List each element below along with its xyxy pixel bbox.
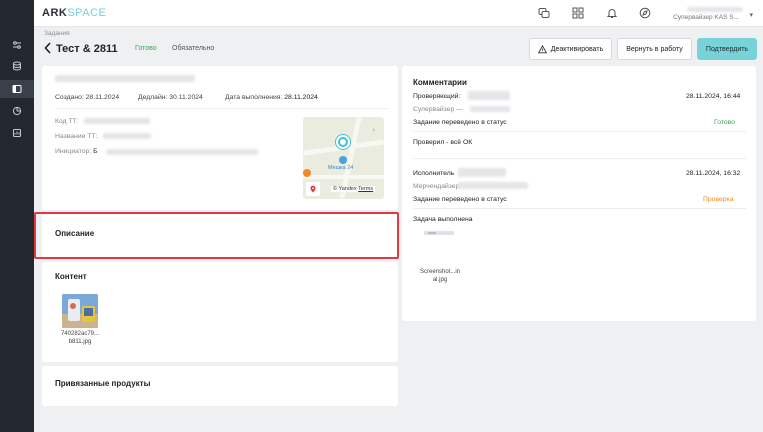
return-label: Вернуть в работу (626, 45, 683, 53)
completion-label: Дата выполнения: (225, 94, 283, 101)
comment-1-timestamp: 28.11.2024, 16:44 (686, 93, 741, 100)
created-date: Создано: 28.11.2024 (55, 94, 120, 101)
field-code-label: Код ТТ: (55, 118, 79, 125)
logo[interactable]: ARKSPACE (42, 7, 106, 19)
map-arrow-icon: › (372, 127, 375, 134)
user-name-redacted (687, 7, 743, 12)
divider (413, 158, 746, 159)
photo-preview (62, 294, 98, 328)
comment-2-role: Исполнитель (413, 170, 455, 177)
deactivate-label: Деактивировать (550, 45, 604, 53)
comment-1-author-redacted (468, 91, 510, 100)
comment-2-subrole-redacted (458, 182, 528, 189)
sidebar-item-analytics[interactable] (0, 102, 34, 120)
sidebar-item-reports[interactable] (0, 124, 34, 142)
description-highlight (34, 212, 399, 259)
divider (413, 208, 746, 209)
sidebar-item-settings[interactable] (0, 36, 34, 54)
warning-icon (537, 44, 547, 53)
field-name-redacted (103, 133, 151, 139)
linked-products-title: Привязанные продукты (55, 379, 151, 388)
content-title: Контент (55, 272, 87, 281)
tasks-panel-icon (12, 85, 22, 93)
map-road (303, 175, 384, 179)
top-bar: ARKSPACE Супервайзер KAS S... ▾ (34, 0, 763, 27)
map-poi-icon (339, 156, 347, 164)
required-badge: Обязательно (172, 45, 215, 52)
compass-icon[interactable] (638, 6, 652, 20)
location-marker-icon (310, 185, 316, 193)
comment-1-status-text: Задание переведено в статус (413, 119, 507, 126)
confirm-label: Подтвердить (705, 45, 749, 53)
return-to-work-button[interactable]: Вернуть в работу (617, 38, 692, 60)
field-initiator-label: Инициатор: Б (55, 148, 98, 155)
comment-1-subrole: Супервайзер — (413, 106, 463, 113)
comment-1-status-value: Готово (714, 119, 735, 126)
page-title: Тест & 2811 (56, 43, 118, 55)
comment-1-role: Проверяющий: (413, 93, 461, 100)
pie-chart-icon (12, 106, 22, 116)
location-map[interactable]: › Мешка 24 © Yandex Terms (303, 117, 384, 199)
sliders-icon (13, 41, 21, 49)
field-initiator-redacted (106, 149, 258, 155)
comment-1-subrole-redacted (470, 106, 510, 112)
chevron-down-icon: ▾ (749, 12, 753, 19)
attachment-preview-icon[interactable] (423, 228, 455, 238)
comments-title: Комментарии (413, 78, 467, 87)
logo-accent: SPACE (67, 7, 107, 19)
sidebar-item-database[interactable] (0, 57, 34, 75)
initiator-initial: Б (93, 148, 98, 155)
map-attribution-text: © Yandex (333, 186, 357, 192)
confirm-button[interactable]: Подтвердить (697, 38, 757, 60)
comment-2-status-text: Задание переведено в статус (413, 196, 507, 203)
content-file-name[interactable]: 740282ac79... b811.jpg (56, 330, 104, 346)
attachment-file-name[interactable]: Screenshot...in al.jpg (415, 268, 465, 284)
status-badge: Готово (135, 45, 157, 52)
deadline-date: Дедлайн: 30.11.2024 (138, 94, 203, 101)
sidebar-item-tasks[interactable] (0, 80, 34, 98)
user-menu[interactable]: Супервайзер KAS S... ▾ (664, 4, 759, 24)
completion-date: Дата выполнения: 28.11.2024 (225, 94, 318, 101)
bell-icon[interactable] (605, 6, 619, 20)
map-attribution: © Yandex Terms (331, 186, 376, 192)
chat-icon[interactable] (537, 6, 551, 20)
task-name-redacted (55, 75, 195, 82)
field-name-label: Название ТТ: (55, 133, 98, 140)
comment-2-text: Задача выполнена (413, 216, 473, 223)
apps-grid-icon[interactable] (571, 6, 585, 20)
map-terms-link[interactable]: Terms (358, 186, 373, 192)
logo-main: ARK (42, 7, 68, 19)
comment-2-timestamp: 28.11.2024, 16:32 (686, 170, 741, 177)
divider (55, 108, 388, 109)
content-image-thumbnail[interactable] (62, 294, 98, 328)
map-food-icon (303, 169, 311, 177)
initiator-label-text: Инициатор: (55, 148, 92, 155)
sidebar (0, 0, 34, 432)
report-icon (13, 129, 21, 137)
comment-1-text: Проверил - всё ОК (413, 139, 473, 146)
database-icon (13, 61, 21, 71)
field-code-redacted (84, 118, 150, 124)
comment-2-author-redacted (458, 168, 506, 177)
divider (413, 131, 746, 132)
comment-2-status-value: Проверка (703, 196, 734, 203)
map-place-label: Мешка 24 (328, 165, 354, 171)
chevron-left-icon[interactable] (43, 41, 53, 55)
map-geolocation-button[interactable] (306, 182, 320, 196)
breadcrumb[interactable]: Задания (44, 30, 70, 37)
map-pin-dot (340, 139, 346, 145)
user-role: Супервайзер KAS S... (673, 14, 739, 21)
deactivate-button[interactable]: Деактивировать (529, 38, 612, 60)
comment-2-subrole: Мерчендайзер (413, 183, 460, 190)
completion-value: 28.11.2024 (284, 94, 318, 101)
